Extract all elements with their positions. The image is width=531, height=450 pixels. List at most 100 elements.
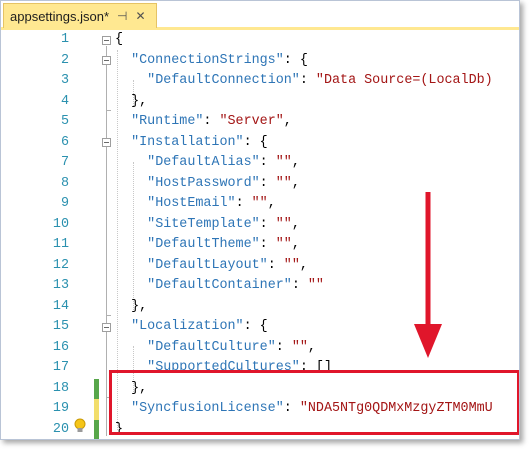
line-number: 14	[52, 298, 69, 314]
json-punctuation	[115, 155, 147, 170]
json-punctuation: :	[299, 73, 316, 88]
json-punctuation: },	[115, 298, 148, 314]
json-punctuation	[115, 340, 147, 355]
json-punctuation: },	[115, 93, 148, 109]
pin-icon[interactable]: ⊣	[117, 9, 127, 23]
code-line[interactable]: 13 "DefaultContainer": ""	[1, 276, 519, 297]
json-punctuation: :	[259, 175, 276, 191]
json-punctuation: : {	[283, 52, 308, 68]
json-string: ""	[291, 339, 308, 355]
json-punctuation: : {	[243, 134, 268, 150]
line-number: 6	[60, 134, 69, 150]
code-line[interactable]: 9 "HostEmail": "",	[1, 194, 519, 215]
code-line[interactable]: 1{	[1, 30, 519, 51]
line-number: 10	[52, 216, 69, 232]
code-line[interactable]: 2 "ConnectionStrings": {	[1, 51, 519, 72]
json-string: "Data Source=(LocalDb)	[315, 73, 493, 88]
code-line[interactable]: 11 "DefaultTheme": "",	[1, 235, 519, 256]
json-punctuation: :	[259, 216, 276, 232]
json-punctuation	[115, 114, 131, 129]
code-text: "DefaultAlias": "",	[115, 153, 300, 174]
json-punctuation: :	[291, 278, 308, 293]
json-punctuation: ,	[291, 237, 300, 252]
line-number: 17	[52, 360, 69, 375]
code-text: },	[115, 92, 147, 113]
code-text: "Localization": {	[115, 317, 268, 338]
code-line[interactable]: 15 "Localization": {	[1, 317, 519, 338]
json-punctuation	[115, 73, 147, 88]
json-punctuation: ,	[267, 196, 276, 211]
editor-window: appsettings.json* ⊣ ✕ 1{2 "ConnectionStr…	[0, 0, 520, 440]
code-text: "Installation": {	[115, 133, 268, 154]
json-string: ""	[275, 216, 292, 232]
json-key: "Runtime"	[131, 114, 204, 129]
code-text: "DefaultContainer": ""	[115, 276, 324, 297]
json-punctuation	[115, 278, 147, 293]
tab-title: appsettings.json*	[10, 8, 110, 24]
json-punctuation: {	[115, 32, 124, 47]
code-line[interactable]: 7 "DefaultAlias": "",	[1, 153, 519, 174]
code-text: "DefaultLayout": "",	[115, 256, 308, 277]
change-marker-unsaved	[94, 399, 99, 420]
json-key: "HostPassword"	[147, 175, 260, 191]
json-punctuation: ,	[291, 216, 300, 232]
line-number: 2	[60, 52, 69, 68]
json-key: "SiteTemplate"	[147, 216, 260, 232]
json-punctuation: :	[259, 155, 276, 170]
line-number: 9	[60, 196, 69, 211]
line-number: 15	[52, 319, 69, 334]
line-number: 8	[60, 175, 69, 191]
json-punctuation: : {	[243, 319, 268, 334]
json-punctuation	[115, 196, 147, 211]
json-key: "DefaultAlias"	[147, 155, 260, 170]
json-punctuation: :	[235, 196, 252, 211]
code-line[interactable]: 5 "Runtime": "Server",	[1, 112, 519, 133]
json-punctuation: :	[267, 257, 284, 273]
code-text: "HostPassword": "",	[115, 174, 300, 195]
json-punctuation: ,	[299, 257, 308, 273]
json-string: ""	[275, 237, 292, 252]
code-text: "DefaultTheme": "",	[115, 235, 300, 256]
document-tab-strip: appsettings.json* ⊣ ✕	[1, 1, 519, 30]
tab-appsettings-json[interactable]: appsettings.json* ⊣ ✕	[3, 3, 157, 28]
line-number: 18	[52, 380, 69, 396]
json-key: "HostEmail"	[147, 196, 236, 211]
code-text: {	[115, 30, 123, 51]
json-key: "DefaultConnection"	[147, 73, 300, 88]
json-punctuation	[115, 258, 147, 273]
json-punctuation: :	[275, 339, 292, 355]
change-marker-saved	[94, 378, 99, 399]
code-line[interactable]: 6 "Installation": {	[1, 133, 519, 154]
json-key: "ConnectionStrings"	[131, 52, 284, 68]
code-line[interactable]: 4 },	[1, 92, 519, 113]
code-line[interactable]: 8 "HostPassword": "",	[1, 174, 519, 195]
json-key: "DefaultTheme"	[147, 237, 260, 252]
line-number: 7	[60, 155, 69, 170]
code-line[interactable]: 10 "SiteTemplate": "",	[1, 215, 519, 236]
line-number: 16	[52, 339, 69, 355]
json-punctuation: ,	[307, 339, 316, 355]
code-line[interactable]: 14 },	[1, 297, 519, 318]
code-text: "Runtime": "Server",	[115, 112, 292, 133]
json-string: ""	[283, 257, 300, 273]
code-text: "SiteTemplate": "",	[115, 215, 300, 236]
code-line[interactable]: 12 "DefaultLayout": "",	[1, 256, 519, 277]
line-number: 20	[52, 421, 69, 437]
close-icon[interactable]: ✕	[135, 9, 145, 23]
json-punctuation	[115, 319, 131, 334]
line-number: 5	[60, 114, 69, 129]
line-number: 1	[60, 32, 69, 47]
code-line[interactable]: 16 "DefaultCulture": "",	[1, 338, 519, 359]
json-string: "Server"	[219, 114, 284, 129]
json-key: "DefaultCulture"	[147, 339, 276, 355]
json-key: "Localization"	[131, 319, 244, 334]
json-punctuation: ,	[291, 155, 300, 170]
code-line[interactable]: 3 "DefaultConnection": "Data Source=(Loc…	[1, 71, 519, 92]
json-punctuation	[115, 217, 147, 232]
json-punctuation: ,	[283, 114, 292, 129]
json-punctuation	[115, 176, 147, 191]
code-text: "DefaultConnection": "Data Source=(Local…	[115, 71, 493, 92]
change-marker-saved	[94, 419, 99, 439]
line-number: 4	[60, 93, 69, 109]
json-string: ""	[275, 175, 292, 191]
